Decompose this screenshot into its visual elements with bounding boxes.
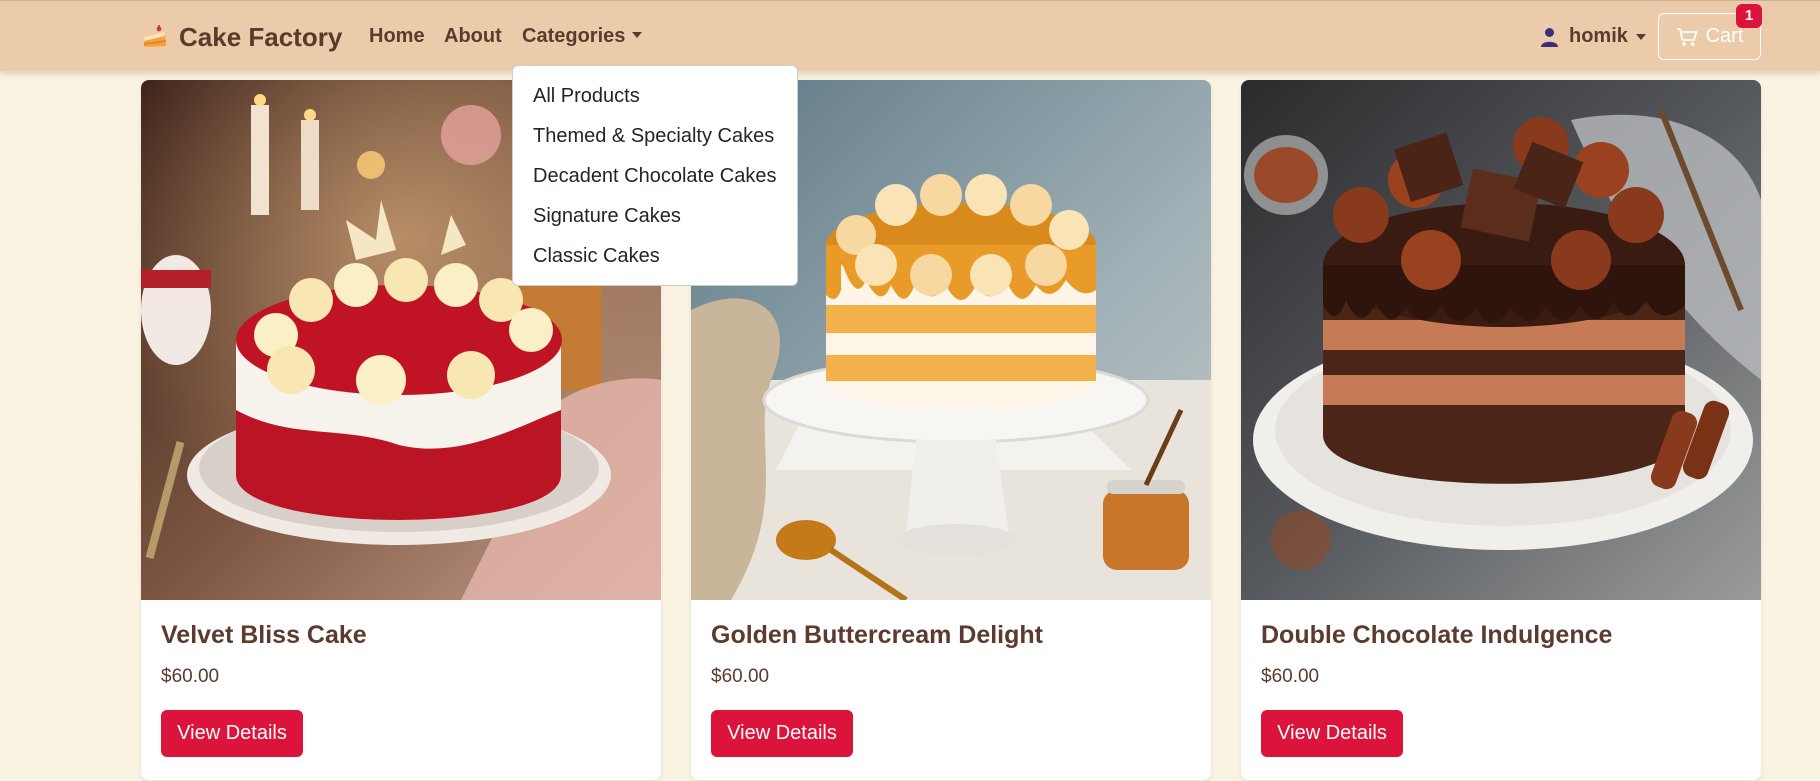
- product-title[interactable]: Velvet Bliss Cake: [161, 621, 367, 650]
- product-card: Double Chocolate Indulgence $60.00 View …: [1241, 80, 1761, 780]
- view-details-button[interactable]: View Details: [161, 710, 303, 757]
- dropdown-item-all-products[interactable]: All Products: [513, 76, 797, 116]
- nav-about-link[interactable]: About: [444, 25, 502, 48]
- cart-label: Cart: [1705, 25, 1744, 47]
- cart-count-badge: 1: [1736, 4, 1762, 28]
- dropdown-item-classic-cakes[interactable]: Classic Cakes: [513, 236, 797, 276]
- cart-icon: [1676, 27, 1697, 46]
- cake-icon: [144, 25, 166, 47]
- nav-categories-label: Categories: [522, 25, 626, 47]
- chevron-down-icon: [1635, 33, 1646, 40]
- brand-name: Cake Factory: [179, 21, 343, 52]
- cart-button[interactable]: Cart 1: [1658, 4, 1762, 60]
- top-navbar: Cake Factory Home About Categories homik…: [0, 0, 1820, 71]
- dropdown-item-signature-cakes[interactable]: Signature Cakes: [513, 196, 797, 236]
- product-price: $60.00: [1261, 666, 1320, 687]
- view-details-button[interactable]: View Details: [711, 710, 853, 757]
- dropdown-item-decadent-chocolate-cakes[interactable]: Decadent Chocolate Cakes: [513, 156, 797, 196]
- user-name: homik: [1569, 25, 1628, 47]
- product-image[interactable]: [1241, 80, 1761, 600]
- product-title[interactable]: Golden Buttercream Delight: [711, 621, 1043, 650]
- user-icon: [1541, 27, 1558, 47]
- product-price: $60.00: [161, 666, 220, 687]
- chevron-down-icon: [632, 32, 643, 38]
- view-details-button[interactable]: View Details: [1261, 710, 1403, 757]
- product-price: $60.00: [711, 666, 770, 687]
- brand-logo-link[interactable]: Cake Factory: [141, 21, 342, 53]
- nav-categories-toggle[interactable]: Categories: [522, 25, 643, 48]
- user-menu-toggle[interactable]: homik: [1540, 25, 1646, 48]
- nav-home-link[interactable]: Home: [369, 25, 425, 48]
- categories-dropdown-menu: All Products Themed & Specialty Cakes De…: [512, 65, 798, 286]
- product-title[interactable]: Double Chocolate Indulgence: [1261, 621, 1612, 650]
- dropdown-item-themed-specialty-cakes[interactable]: Themed & Specialty Cakes: [513, 116, 797, 156]
